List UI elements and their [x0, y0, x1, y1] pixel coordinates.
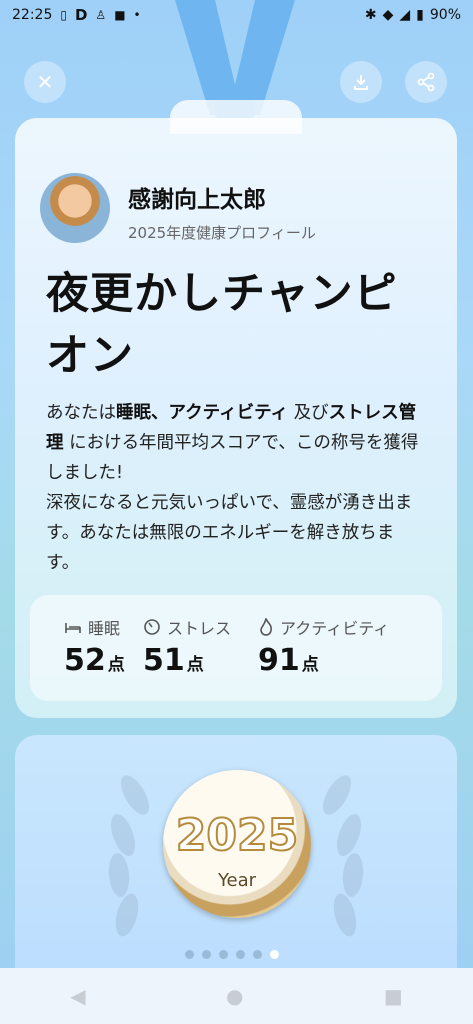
value-unit: 点: [107, 655, 125, 675]
gauge-icon: [144, 619, 160, 635]
system-nav-bar: ◀ ● ■: [0, 968, 473, 1024]
notification-icons: ▯ D ♙ ■ •: [60, 6, 140, 24]
close-icon: ✕: [36, 70, 54, 94]
value-number: 51: [143, 643, 185, 678]
signal-icon: ◢: [399, 7, 411, 23]
description-paragraph-2: 深夜になると元気いっぱいで、霊感が湧き出ます。あなたは無限のエネルギーを解き放ち…: [46, 493, 413, 573]
stat-label: ストレス: [143, 615, 231, 639]
profile-subtitle: 2025年度健康プロフィール: [128, 224, 316, 242]
share-button[interactable]: [405, 61, 447, 103]
description-paragraph-1: あなたは睡眠、アクティビティ 及びストレス管理 における年間平均スコアで、この称…: [46, 398, 426, 488]
app-d-icon: D: [74, 6, 88, 24]
app-square-icon: ■: [114, 8, 126, 22]
sim-icon: ▯: [60, 8, 67, 22]
profile-name: 感謝向上太郎: [128, 187, 266, 213]
stats-panel: 睡眠 52 点 ストレス 51 点 アクティビティ 91 点: [30, 595, 442, 701]
battery-icon: ▮: [416, 7, 424, 23]
stat-label: 睡眠: [64, 615, 120, 639]
year-medal: 2025 Year: [163, 770, 311, 918]
value-unit: 点: [186, 655, 204, 675]
dot-icon: •: [133, 8, 141, 22]
stat-stress-value: 51 点: [143, 643, 204, 678]
pager-dot[interactable]: [236, 950, 245, 959]
share-icon: [417, 72, 435, 92]
stat-activity-value: 91 点: [258, 643, 319, 678]
bed-icon: [65, 623, 81, 633]
stat-label: アクティビティ: [258, 615, 389, 639]
pager-dot[interactable]: [219, 950, 228, 959]
stat-activity-label: アクティビティ: [280, 619, 390, 638]
achievement-title: 夜更かしチャンピオン: [46, 269, 398, 381]
download-icon: [354, 75, 368, 90]
bluetooth-icon: ✱: [364, 7, 377, 23]
stat-stress-label: ストレス: [167, 619, 232, 638]
medal-year: 2025: [175, 809, 299, 862]
stat-sleep-value: 52 点: [64, 643, 125, 678]
status-time: 22:25: [12, 7, 53, 23]
medal-subtitle: Year: [217, 870, 257, 891]
back-icon[interactable]: ◀: [70, 984, 85, 1008]
desc-text: における年間平均スコアで、この称号を獲得しました!: [46, 433, 419, 483]
stat-sleep-label: 睡眠: [88, 619, 121, 638]
value-number: 52: [64, 643, 106, 678]
value-number: 91: [258, 643, 300, 678]
desc-text: 及び: [288, 403, 329, 423]
recents-icon[interactable]: ■: [384, 984, 403, 1008]
desc-bold: 睡眠、アクティビティ: [116, 403, 289, 423]
pager-dot[interactable]: [185, 950, 194, 959]
pager-dots: [185, 950, 279, 959]
home-icon[interactable]: ●: [226, 984, 243, 1008]
download-button[interactable]: [340, 61, 382, 103]
wifi-icon: ◆: [382, 7, 394, 23]
desc-text: あなたは: [46, 403, 116, 423]
flame-icon: [260, 618, 272, 636]
pager-dot[interactable]: [253, 950, 262, 959]
close-button[interactable]: ✕: [24, 61, 66, 103]
app-icon: ♙: [95, 8, 107, 22]
battery-level: 90%: [429, 7, 461, 23]
pager-dot[interactable]: [202, 950, 211, 959]
value-unit: 点: [301, 655, 319, 675]
avatar: [40, 173, 110, 243]
pager-dot-active[interactable]: [270, 950, 279, 959]
